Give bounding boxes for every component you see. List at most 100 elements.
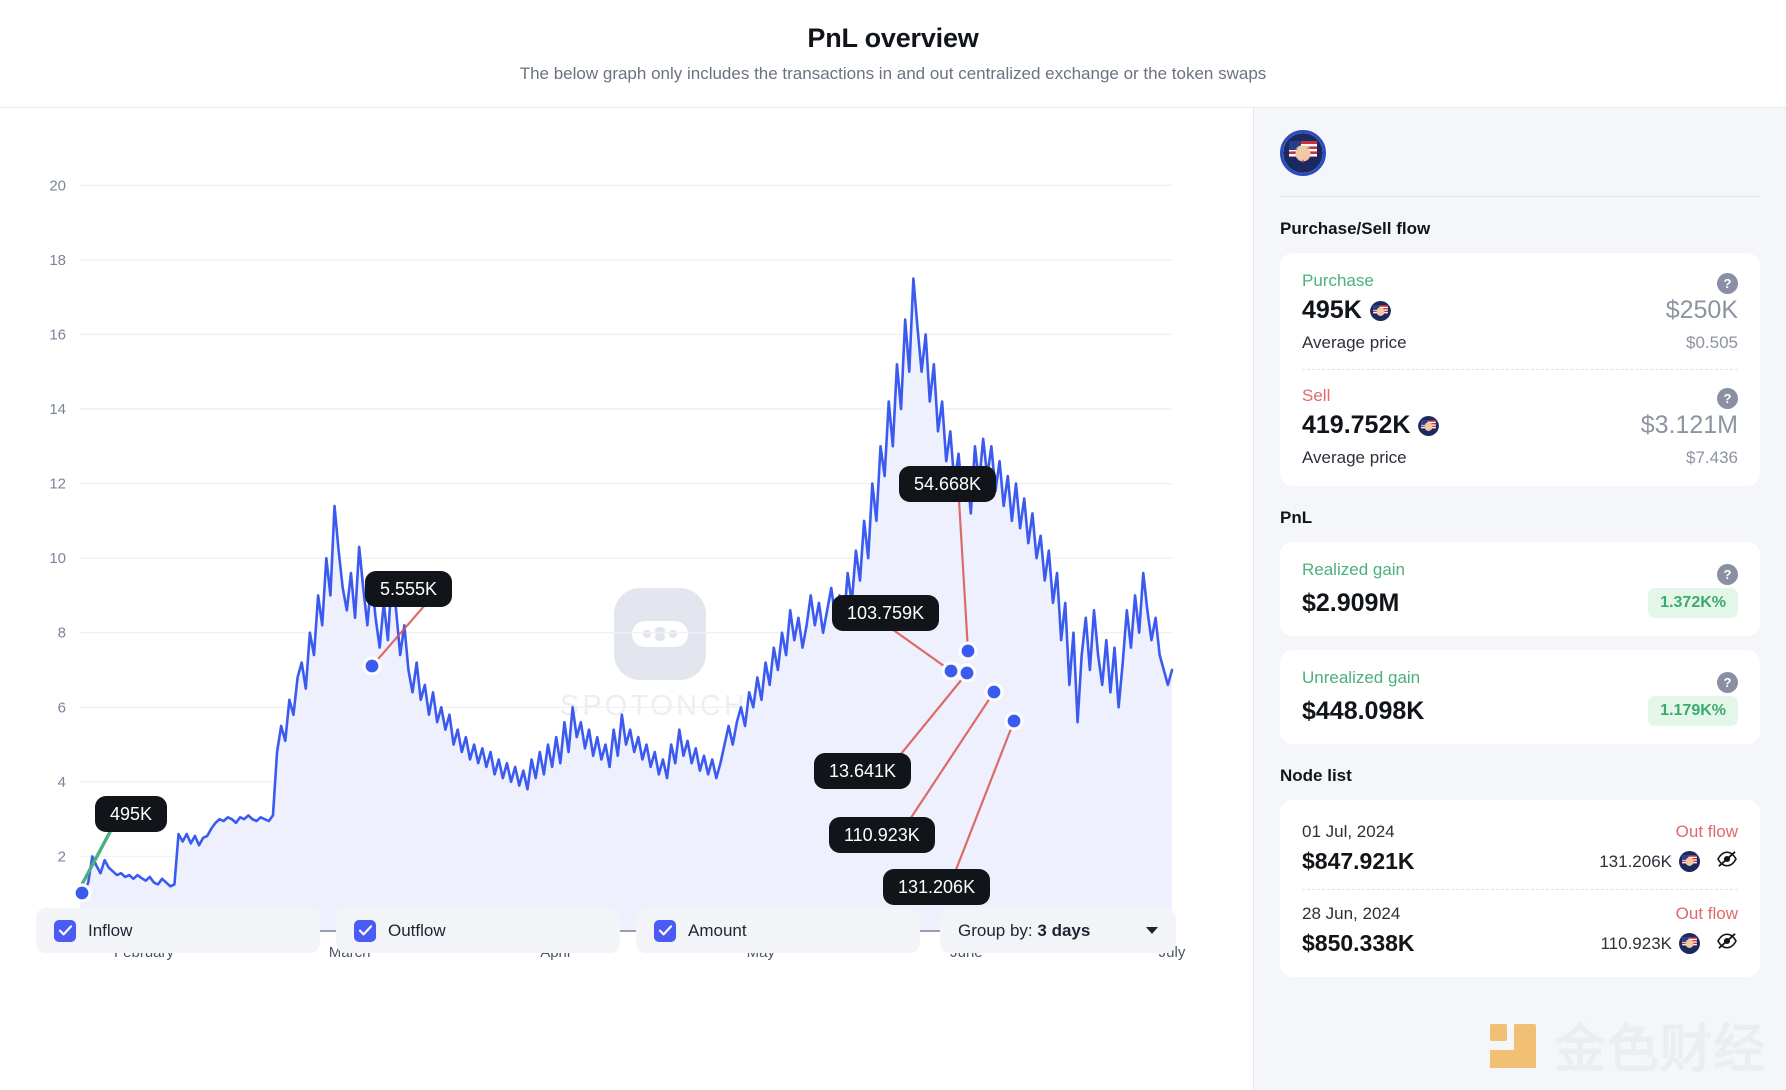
trump-token-icon (1679, 933, 1700, 954)
purchase-value-row: 495K (1302, 296, 1738, 325)
trump-token-icon (1679, 851, 1700, 872)
unrealized-gain-value: $448.098K (1302, 697, 1424, 726)
token-mini-avatar (1418, 415, 1439, 436)
purchase-label-row: Purchase ? (1302, 271, 1738, 296)
chart-area-fill (80, 279, 1172, 932)
node-right-group: 110.923K (1600, 932, 1738, 955)
realized-help-icon[interactable]: ? (1717, 564, 1738, 585)
purchase-sell-flow-title: Purchase/Sell flow (1280, 219, 1760, 239)
sell-amount-text: 419.752K (1302, 411, 1410, 440)
node-marker[interactable] (962, 645, 975, 658)
jinse-watermark: 金色财经 (1482, 1007, 1766, 1082)
sell-avgprice-value: $7.436 (1686, 448, 1738, 468)
outflow-checkbox[interactable] (354, 920, 376, 942)
page-header: PnL overview The below graph only includ… (0, 0, 1786, 108)
sell-avgprice-label: Average price (1302, 448, 1407, 468)
y-tick-label: 20 (49, 177, 66, 194)
card-divider (1302, 369, 1738, 370)
node-marker[interactable] (366, 660, 379, 673)
purchase-amount: 495K (1302, 296, 1391, 325)
check-icon (59, 925, 72, 936)
inflow-label: Inflow (88, 921, 132, 941)
chart-y-axis-labels: 24681012141618200 (49, 177, 66, 940)
toggle-outflow[interactable]: Outflow (336, 908, 620, 953)
node-visibility-toggle[interactable] (1716, 932, 1738, 955)
token-avatar-row (1280, 108, 1760, 196)
pnl-title: PnL (1280, 508, 1760, 528)
toggle-amount[interactable]: Amount (636, 908, 920, 953)
node-list-title: Node list (1280, 766, 1760, 786)
annotation-bubble[interactable]: 54.668K (899, 466, 996, 502)
pnl-overview-page: PnL overview The below graph only includ… (0, 0, 1786, 1090)
node-quantity: 110.923K (1600, 933, 1700, 954)
unrealized-gain-label: Unrealized gain (1302, 668, 1420, 688)
sell-help-icon[interactable]: ? (1717, 388, 1738, 409)
sell-usd: $3.121M (1641, 411, 1738, 440)
token-avatar[interactable] (1280, 130, 1326, 176)
chart-area: SPOTONCHAIN 24681012141618200 FebruaryMa… (0, 108, 1254, 990)
node-marker[interactable] (945, 665, 958, 678)
group-by-prefix: Group by: (958, 921, 1033, 940)
node-item-header: 01 Jul, 2024Out flow (1302, 822, 1738, 842)
check-icon (359, 925, 372, 936)
trump-token-icon (1370, 301, 1391, 321)
node-usd-value: $847.921K (1302, 848, 1415, 875)
node-list-item[interactable]: 01 Jul, 2024Out flow $847.921K 131.206K (1302, 818, 1738, 889)
inflow-checkbox[interactable] (54, 920, 76, 942)
y-tick-label: 12 (49, 476, 66, 493)
annotation-bubble[interactable]: 110.923K (829, 817, 935, 853)
sell-label: Sell (1302, 386, 1330, 406)
pnl-line-chart[interactable]: 24681012141618200 FebruaryMarchAprilMayJ… (0, 108, 1254, 990)
purchase-avgprice-label: Average price (1302, 333, 1407, 353)
sell-label-row: Sell ? (1302, 386, 1738, 411)
sell-amount: 419.752K (1302, 411, 1439, 440)
y-tick-label: 6 (58, 699, 66, 716)
purchase-usd: $250K (1666, 296, 1738, 325)
node-date: 01 Jul, 2024 (1302, 822, 1395, 842)
purchase-amount-text: 495K (1302, 296, 1362, 325)
node-list-item[interactable]: 28 Jun, 2024Out flow$850.338K110.923K (1302, 889, 1738, 971)
purchase-label: Purchase (1302, 271, 1374, 291)
node-usd-value: $850.338K (1302, 930, 1415, 957)
annotation-bubble[interactable]: 495K (95, 796, 167, 832)
annotation-bubble[interactable]: 5.555K (365, 571, 452, 607)
jinse-logo-glyph (1482, 1014, 1544, 1076)
purchase-help-icon[interactable]: ? (1717, 273, 1738, 294)
realized-gain-value: $2.909M (1302, 589, 1399, 618)
realized-label-row: Realized gain ? (1302, 560, 1738, 588)
group-by-text: Group by: 3 days (958, 921, 1090, 941)
eye-off-icon (1716, 932, 1738, 950)
realized-gain-label: Realized gain (1302, 560, 1405, 580)
node-marker[interactable] (988, 686, 1001, 699)
eye-off-icon (1716, 850, 1738, 868)
unrealized-label-row: Unrealized gain ? (1302, 668, 1738, 696)
amount-checkbox[interactable] (654, 920, 676, 942)
chevron-down-icon (1146, 927, 1158, 934)
node-list: 01 Jul, 2024Out flow$847.921K131.206K28 … (1302, 818, 1738, 971)
check-icon (659, 925, 672, 936)
token-mini-avatar (1370, 300, 1391, 321)
node-item-values: $850.338K 110.923K (1302, 930, 1738, 957)
node-list-card: 01 Jul, 2024Out flow$847.921K131.206K28 … (1280, 800, 1760, 977)
sell-avgprice-row: Average price $7.436 (1302, 448, 1738, 468)
toggle-inflow[interactable]: Inflow (36, 908, 320, 953)
y-tick-label: 2 (58, 848, 66, 865)
purchase-avgprice-value: $0.505 (1686, 333, 1738, 353)
page-subtitle: The below graph only includes the transa… (520, 64, 1267, 84)
realized-gain-pct: 1.372K% (1648, 588, 1738, 618)
annotation-bubble[interactable]: 103.759K (832, 595, 939, 631)
y-tick-label: 18 (49, 252, 66, 269)
y-tick-label: 8 (58, 625, 66, 642)
realized-gain-card: Realized gain ? $2.909M 1.372K% (1280, 542, 1760, 636)
purchase-avgprice-row: Average price $0.505 (1302, 333, 1738, 353)
chart-controls: Inflow Outflow A (0, 882, 1254, 1090)
y-tick-label: 4 (58, 774, 66, 791)
node-visibility-toggle[interactable] (1716, 850, 1738, 873)
node-marker[interactable] (961, 667, 974, 680)
annotation-bubble[interactable]: 13.641K (814, 753, 911, 789)
node-marker[interactable] (1008, 715, 1021, 728)
node-quantity: 131.206K (1599, 851, 1700, 872)
group-by-dropdown[interactable]: Group by: 3 days (940, 908, 1176, 953)
node-item-values: $847.921K 131.206K (1302, 848, 1738, 875)
unrealized-help-icon[interactable]: ? (1717, 672, 1738, 693)
